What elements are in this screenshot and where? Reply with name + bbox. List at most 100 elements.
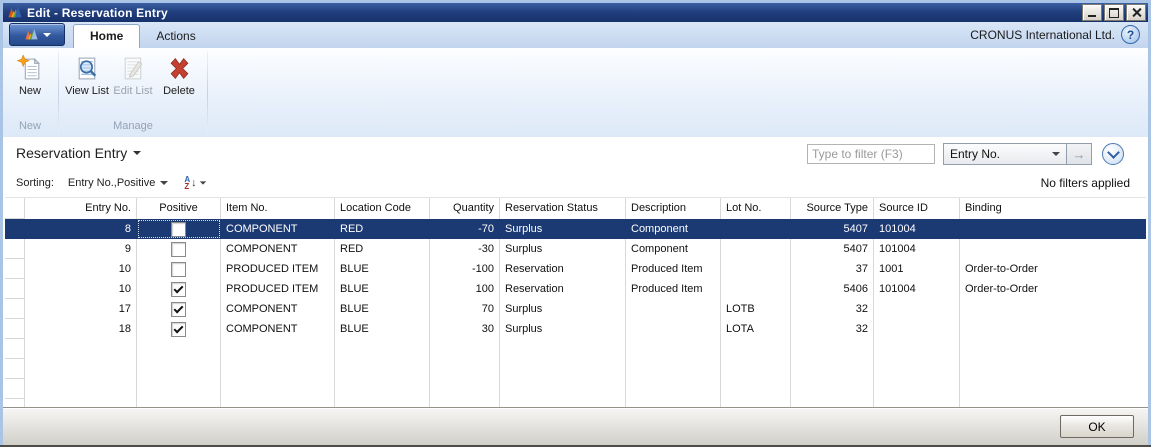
cell-binding[interactable]	[960, 219, 1146, 239]
column-header-source_id[interactable]: Source ID	[874, 198, 960, 219]
cell-source_type[interactable]: 5407	[791, 239, 874, 259]
cell-description[interactable]	[626, 299, 721, 319]
row-selector[interactable]	[5, 299, 25, 319]
cell-binding[interactable]	[960, 299, 1146, 319]
help-button[interactable]: ?	[1121, 25, 1140, 44]
maximize-button[interactable]	[1104, 4, 1124, 21]
cell-source_type[interactable]: 5406	[791, 279, 874, 299]
cell-positive[interactable]	[137, 219, 221, 239]
cell-source_id[interactable]: 101004	[874, 239, 960, 259]
ok-button[interactable]: OK	[1060, 415, 1134, 438]
view-list-button[interactable]: View List	[64, 53, 110, 97]
page-title[interactable]: Reservation Entry	[16, 145, 141, 161]
column-header-location_code[interactable]: Location Code	[335, 198, 430, 219]
cell-item_no[interactable]: COMPONENT	[221, 219, 335, 239]
cell-source_type[interactable]: 37	[791, 259, 874, 279]
positive-checkbox[interactable]	[171, 282, 186, 297]
cell-item_no[interactable]: PRODUCED ITEM	[221, 259, 335, 279]
cell-positive[interactable]	[137, 279, 221, 299]
cell-description[interactable]: Component	[626, 239, 721, 259]
table-row[interactable]: 10 PRODUCED ITEMBLUE-100ReservationProduc…	[5, 259, 1146, 279]
cell-location_code[interactable]: BLUE	[335, 259, 430, 279]
cell-description[interactable]: Produced Item	[626, 259, 721, 279]
cell-source_id[interactable]	[874, 299, 960, 319]
cell-quantity[interactable]: -100	[430, 259, 500, 279]
row-selector[interactable]	[5, 319, 25, 339]
cell-entry_no[interactable]: 10	[25, 259, 137, 279]
column-header-binding[interactable]: Binding	[960, 198, 1146, 219]
column-header-reservation_status[interactable]: Reservation Status	[500, 198, 626, 219]
cell-description[interactable]: Component	[626, 219, 721, 239]
cell-location_code[interactable]: BLUE	[335, 319, 430, 339]
cell-quantity[interactable]: 100	[430, 279, 500, 299]
cell-source_type[interactable]: 5407	[791, 219, 874, 239]
delete-button[interactable]: Delete	[156, 53, 202, 97]
column-header-description[interactable]: Description	[626, 198, 721, 219]
cell-reservation_status[interactable]: Reservation	[500, 259, 626, 279]
cell-quantity[interactable]: 30	[430, 319, 500, 339]
cell-positive[interactable]	[137, 299, 221, 319]
filter-column-select[interactable]: Entry No.	[943, 143, 1067, 165]
positive-checkbox[interactable]	[171, 242, 186, 257]
cell-location_code[interactable]: BLUE	[335, 299, 430, 319]
positive-checkbox[interactable]	[171, 222, 186, 237]
row-selector[interactable]	[5, 259, 25, 279]
positive-checkbox[interactable]	[171, 322, 186, 337]
row-selector[interactable]	[5, 279, 25, 299]
column-header-entry_no[interactable]: Entry No.	[25, 198, 137, 219]
cell-source_id[interactable]	[874, 319, 960, 339]
cell-entry_no[interactable]: 17	[25, 299, 137, 319]
cell-lot_no[interactable]	[721, 239, 791, 259]
filter-input[interactable]	[807, 144, 935, 164]
cell-description[interactable]: Produced Item	[626, 279, 721, 299]
column-header-source_type[interactable]: Source Type	[791, 198, 874, 219]
tab-actions[interactable]: Actions	[140, 25, 211, 48]
column-header-item_no[interactable]: Item No.	[221, 198, 335, 219]
cell-source_type[interactable]: 32	[791, 319, 874, 339]
cell-entry_no[interactable]: 10	[25, 279, 137, 299]
table-row[interactable]: 17COMPONENTBLUE70SurplusLOTB32	[5, 299, 1146, 319]
cell-reservation_status[interactable]: Surplus	[500, 319, 626, 339]
sorting-value-dropdown[interactable]: Entry No.,Positive	[68, 177, 168, 189]
expand-filter-pane-button[interactable]	[1102, 143, 1124, 165]
table-row[interactable]: 10 PRODUCED ITEMBLUE100ReservationProduce…	[5, 279, 1146, 299]
sort-order-button[interactable]: A Z ↓	[184, 176, 206, 190]
positive-checkbox[interactable]	[171, 302, 186, 317]
cell-positive[interactable]	[137, 319, 221, 339]
positive-checkbox[interactable]	[171, 262, 186, 277]
cell-reservation_status[interactable]: Surplus	[500, 219, 626, 239]
cell-binding[interactable]: Order-to-Order	[960, 279, 1146, 299]
cell-entry_no[interactable]: 9	[25, 239, 137, 259]
cell-reservation_status[interactable]: Surplus	[500, 299, 626, 319]
row-selector[interactable]	[5, 219, 25, 239]
cell-source_id[interactable]: 1001	[874, 259, 960, 279]
cell-source_id[interactable]: 101004	[874, 219, 960, 239]
cell-quantity[interactable]: 70	[430, 299, 500, 319]
cell-lot_no[interactable]	[721, 259, 791, 279]
column-header-quantity[interactable]: Quantity	[430, 198, 500, 219]
cell-item_no[interactable]: COMPONENT	[221, 239, 335, 259]
cell-reservation_status[interactable]: Reservation	[500, 279, 626, 299]
cell-lot_no[interactable]	[721, 279, 791, 299]
cell-quantity[interactable]: -30	[430, 239, 500, 259]
cell-binding[interactable]: Order-to-Order	[960, 259, 1146, 279]
cell-source_id[interactable]: 101004	[874, 279, 960, 299]
close-button[interactable]	[1126, 4, 1146, 21]
cell-location_code[interactable]: BLUE	[335, 279, 430, 299]
minimize-button[interactable]	[1082, 4, 1102, 21]
table-row[interactable]: 8COMPONENTRED-70SurplusComponent54071010…	[5, 219, 1146, 239]
cell-quantity[interactable]: -70	[430, 219, 500, 239]
cell-location_code[interactable]: RED	[335, 239, 430, 259]
cell-item_no[interactable]: PRODUCED ITEM	[221, 279, 335, 299]
cell-binding[interactable]	[960, 239, 1146, 259]
table-row[interactable]: 9 COMPONENTRED-30SurplusComponent 54071010…	[5, 239, 1146, 259]
table-row[interactable]: 18COMPONENTBLUE30SurplusLOTA32	[5, 319, 1146, 339]
cell-description[interactable]	[626, 319, 721, 339]
cell-item_no[interactable]: COMPONENT	[221, 299, 335, 319]
column-header-positive[interactable]: Positive	[137, 198, 221, 219]
cell-lot_no[interactable]: LOTA	[721, 319, 791, 339]
cell-entry_no[interactable]: 18	[25, 319, 137, 339]
cell-lot_no[interactable]: LOTB	[721, 299, 791, 319]
cell-reservation_status[interactable]: Surplus	[500, 239, 626, 259]
edit-list-button[interactable]: Edit List	[110, 53, 156, 97]
